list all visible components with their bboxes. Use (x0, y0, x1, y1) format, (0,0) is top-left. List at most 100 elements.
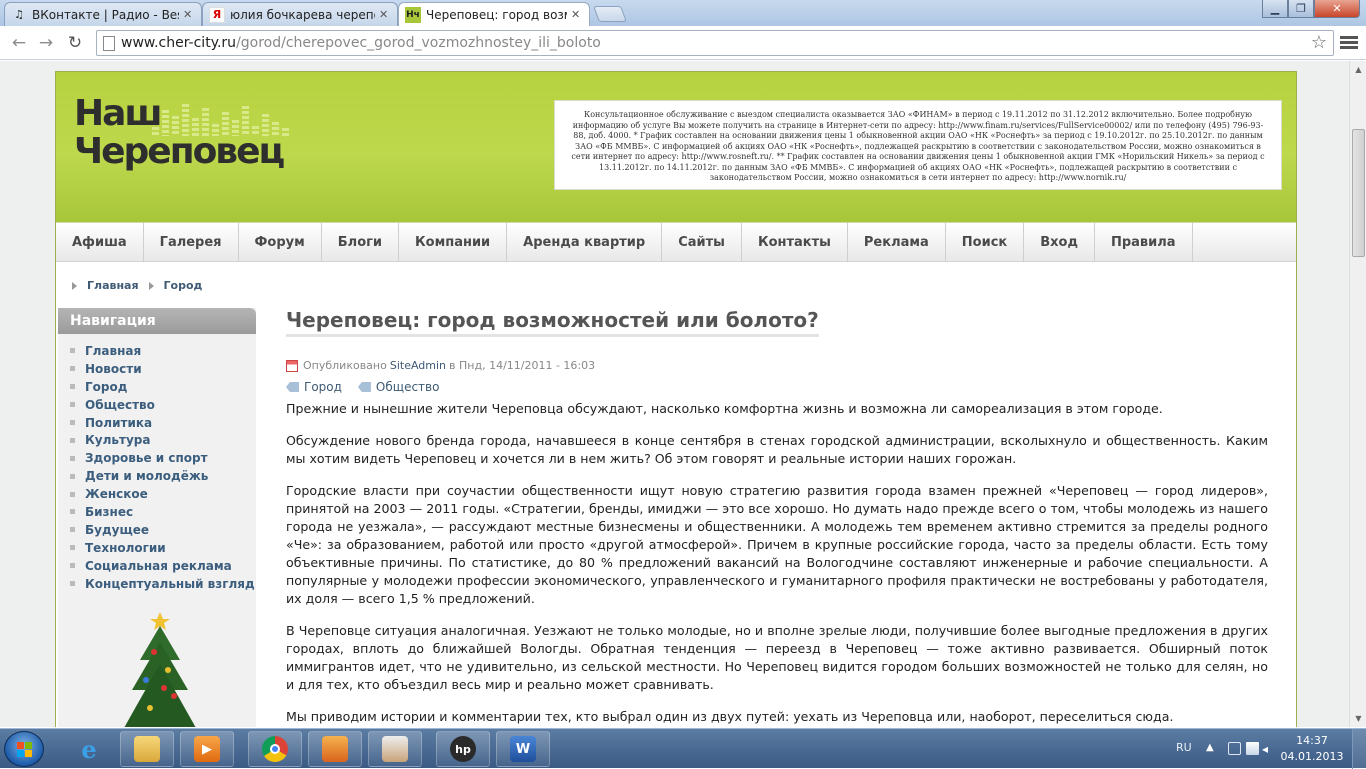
clock-time: 14:37 (1296, 734, 1328, 747)
tab-vkontakte[interactable]: ♫ ВКонтакте | Радио - Best F ✕ (4, 2, 202, 26)
back-button[interactable]: ← (8, 32, 30, 54)
browser-menu-button[interactable] (1340, 34, 1358, 52)
nav-item-city[interactable]: Город (70, 378, 256, 396)
taskbar-media-player[interactable]: ▶ (180, 731, 234, 767)
scroll-up-icon[interactable]: ▲ (1350, 61, 1366, 78)
nav-title: Навигация (58, 308, 256, 334)
nav-item-society[interactable]: Общество (70, 396, 256, 414)
nav-item-home[interactable]: Главная (70, 342, 256, 360)
taskbar-app-orange[interactable] (308, 731, 362, 767)
tag-society[interactable]: Общество (357, 380, 439, 394)
author-link[interactable]: SiteAdmin (390, 359, 446, 372)
tag-city[interactable]: Город (286, 380, 342, 394)
close-icon[interactable]: ✕ (571, 8, 583, 21)
tray-device-icon[interactable] (1228, 742, 1241, 755)
nch-site-icon: Нч (405, 6, 421, 23)
taskbar-ie[interactable]: e (62, 731, 116, 767)
meta-prefix: Опубликовано (303, 359, 387, 372)
maximize-button[interactable]: ❐ (1288, 0, 1314, 18)
url-path: /gorod/cherepovec_gorod_vozmozhnostey_il… (236, 35, 601, 51)
menu-forum[interactable]: Форум (239, 223, 322, 262)
nav-item-news[interactable]: Новости (70, 360, 256, 378)
windows-taskbar: e ▶ hp W RU ▲ ◂ 14:37 04.01.2013 (0, 728, 1366, 769)
menu-companies[interactable]: Компании (399, 223, 508, 262)
show-desktop-button[interactable] (1352, 729, 1366, 769)
taskbar-word[interactable]: W (496, 731, 550, 767)
nav-item-culture[interactable]: Культура (70, 431, 256, 449)
menu-rent[interactable]: Аренда квартир (507, 223, 663, 262)
article-paragraph: Обсуждение нового бренда города, начавше… (286, 433, 1268, 466)
scroll-down-icon[interactable]: ▼ (1350, 710, 1366, 727)
article-paragraph: Городские власти при соучастии обществен… (286, 483, 1268, 606)
browser-toolbar: ← → ↻ www.cher-city.ru/gorod/cherepovec_… (0, 26, 1366, 60)
taskbar-chrome[interactable] (248, 731, 302, 767)
arrow-right-icon: → (38, 33, 54, 53)
calendar-icon (286, 359, 298, 372)
ad-banner[interactable]: Консультационное обслуживание с выездом … (554, 100, 1282, 190)
reload-button[interactable]: ↻ (64, 32, 86, 54)
forward-button[interactable]: → (35, 32, 57, 54)
menu-sites[interactable]: Сайты (662, 223, 742, 262)
breadcrumb-home[interactable]: Главная (87, 279, 139, 292)
minimize-button[interactable]: ▁ (1262, 0, 1288, 18)
volume-icon[interactable]: ◂ (1262, 742, 1275, 756)
triangle-right-icon (72, 281, 77, 290)
tab-title: Череповец: город возмож (426, 7, 567, 22)
ad-text: Консультационное обслуживание с выездом … (571, 110, 1265, 182)
site-container: Наш Череповец Консультационное обслужива… (55, 71, 1297, 727)
browser-tab-bar: ♫ ВКонтакте | Радио - Best F ✕ Я юлия бо… (0, 0, 1366, 26)
close-icon[interactable]: ✕ (379, 8, 391, 21)
yandex-icon: Я (209, 6, 225, 23)
article-paragraph: Мы приводим истории и комментарии тех, к… (286, 709, 1174, 724)
article-paragraph: Прежние и нынешние жители Череповца обсу… (286, 401, 1163, 416)
chevron-up-icon[interactable]: ▲ (1206, 742, 1219, 755)
menu-search[interactable]: Поиск (946, 223, 1025, 262)
internet-explorer-icon: e (81, 734, 97, 764)
new-tab-button[interactable] (593, 6, 627, 22)
bookmark-star-icon[interactable]: ☆ (1311, 32, 1327, 53)
site-header: Наш Череповец Консультационное обслужива… (56, 72, 1296, 222)
page-viewport: Наш Череповец Консультационное обслужива… (0, 61, 1349, 727)
clock[interactable]: 14:37 04.01.2013 (1276, 733, 1348, 765)
main-menu: Афиша Галерея Форум Блоги Компании Аренд… (56, 222, 1296, 262)
scrollbar-thumb[interactable] (1352, 129, 1365, 257)
music-note-icon: ♫ (14, 8, 24, 21)
breadcrumb: Главная Город (72, 279, 208, 292)
nav-item-health-sport[interactable]: Здоровье и спорт (70, 449, 256, 467)
close-icon[interactable]: ✕ (183, 8, 195, 21)
menu-ads[interactable]: Реклама (848, 223, 946, 262)
taskbar-app-tray[interactable] (368, 731, 422, 767)
nav-item-technology[interactable]: Технологии (70, 539, 256, 557)
menu-rules[interactable]: Правила (1095, 223, 1193, 262)
start-button[interactable] (4, 731, 44, 767)
article: Череповец: город возможностей или болото… (286, 308, 1268, 727)
nav-item-conceptual[interactable]: Концептуальный взгляд (70, 575, 256, 593)
sidebar: Навигация Главная Новости Город Общество… (58, 308, 256, 727)
menu-gallery[interactable]: Галерея (144, 223, 239, 262)
nav-item-women[interactable]: Женское (70, 485, 256, 503)
battery-icon[interactable] (1246, 742, 1259, 755)
nav-item-business[interactable]: Бизнес (70, 503, 256, 521)
taskbar-hp[interactable]: hp (436, 731, 490, 767)
nav-item-kids-youth[interactable]: Дети и молодёжь (70, 467, 256, 485)
site-logo[interactable]: Наш Череповец (74, 96, 289, 180)
tab-yandex[interactable]: Я юлия бочкарева черепов ✕ (202, 2, 398, 26)
nav-item-future[interactable]: Будущее (70, 521, 256, 539)
vertical-scrollbar[interactable]: ▲ ▼ (1349, 61, 1366, 727)
logo-line2: Череповец (74, 131, 285, 172)
breadcrumb-city[interactable]: Город (164, 279, 203, 292)
nav-item-social-ads[interactable]: Социальная реклама (70, 557, 256, 575)
close-window-button[interactable]: ✕ (1314, 0, 1360, 18)
nav-list: Главная Новости Город Общество Политика … (58, 334, 256, 592)
menu-afisha[interactable]: Афиша (56, 223, 144, 262)
taskbar-explorer[interactable] (120, 731, 174, 767)
menu-login[interactable]: Вход (1024, 223, 1095, 262)
menu-contacts[interactable]: Контакты (742, 223, 848, 262)
address-bar[interactable]: www.cher-city.ru/gorod/cherepovec_gorod_… (96, 30, 1334, 56)
menu-blogs[interactable]: Блоги (322, 223, 400, 262)
nav-item-politics[interactable]: Политика (70, 414, 256, 432)
language-indicator[interactable]: RU (1176, 741, 1192, 754)
word-icon: W (510, 736, 536, 762)
triangle-right-icon (148, 281, 154, 290)
tab-cher-city[interactable]: Нч Череповец: город возмож ✕ (398, 2, 590, 26)
